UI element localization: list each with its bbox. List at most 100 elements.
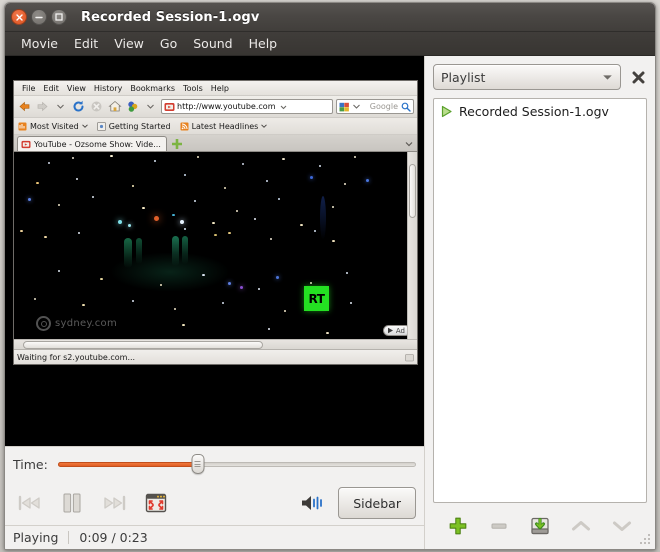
minimize-icon [35,16,43,18]
feed-icon[interactable] [125,99,140,114]
url-dropdown-chevron-down-icon[interactable] [277,103,290,111]
firefox-search-placeholder: Google [369,102,398,111]
window-title: Recorded Session-1.ogv [81,9,260,25]
previous-track-icon [18,495,40,511]
list-item[interactable]: Recorded Session-1.ogv [434,101,646,122]
bookmark-latest-headlines[interactable]: Latest Headlines [180,122,268,131]
menu-help[interactable]: Help [241,34,286,53]
firefox-menu-view[interactable]: View [63,84,90,93]
playlist-header: Playlist [433,64,647,90]
sidebar-toggle-label: Sidebar [353,495,401,511]
firefox-horizontal-scroll-thumb[interactable] [23,340,263,349]
feed-dropdown-chevron-down-icon[interactable] [143,99,158,114]
menu-go[interactable]: Go [152,34,185,53]
search-engine-chevron-down-icon[interactable] [353,104,360,109]
play-triangle-icon [387,327,393,334]
firefox-page-content[interactable]: sydney.com RT Ad [14,152,417,339]
firefox-tab-youtube[interactable]: YouTube - Ozsome Show: Vide... [17,136,167,151]
playback-state: Playing [13,530,59,545]
menu-view[interactable]: View [106,34,152,53]
video-still-night-city: sydney.com RT Ad [14,152,417,339]
next-track-icon [104,495,126,511]
firefox-vertical-scroll-thumb[interactable] [409,164,416,218]
new-tab-plus-icon[interactable] [170,137,184,151]
firefox-search-box[interactable]: Google [336,99,414,114]
maximize-icon [55,13,63,21]
window-minimize-button[interactable] [31,9,47,25]
firefox-horizontal-scrollbar[interactable] [14,339,417,349]
firefox-menu-file[interactable]: File [18,84,39,93]
sydney-logo-icon [36,316,51,331]
playlist-remove-button [486,513,512,539]
seek-slider-fill [57,461,198,467]
menu-sound[interactable]: Sound [185,34,240,53]
tab-list-chevron-down-icon[interactable] [405,141,413,147]
firefox-url-bar[interactable]: http://www.youtube.com [161,99,333,114]
firefox-menu-history[interactable]: History [90,84,126,93]
page-icon [96,121,106,131]
chevron-up-icon [572,521,591,531]
firefox-menu-help[interactable]: Help [207,84,233,93]
playlist-list[interactable]: Recorded Session-1.ogv [433,98,647,503]
firefox-status-text: Waiting for s2.youtube.com... [17,352,136,362]
menu-movie[interactable]: Movie [13,34,66,53]
volume-button[interactable] [296,487,330,519]
pause-icon [63,493,81,513]
firefox-menu-bookmarks[interactable]: Bookmarks [126,84,179,93]
reload-icon[interactable] [71,99,86,114]
play-pause-button[interactable] [55,487,89,519]
fullscreen-button[interactable] [139,487,173,519]
bookmark-most-visited-label: Most Visited [30,121,79,131]
play-triangle-icon [441,105,452,118]
back-arrow-icon[interactable] [17,99,32,114]
close-icon [632,71,644,83]
time-label: Time: [13,456,48,472]
sidebar-page-selector[interactable]: Playlist [433,64,621,90]
time-row: Time: [13,447,416,481]
list-item-label: Recorded Session-1.ogv [459,104,609,119]
bookmark-getting-started[interactable]: Getting Started [96,121,171,131]
playlist-save-button[interactable] [527,513,553,539]
video-ad-label: Ad [395,326,405,335]
firefox-navigation-toolbar: http://www.youtube.com Google [14,96,417,118]
seek-slider-handle[interactable] [191,454,204,474]
firefox-vertical-scrollbar[interactable] [407,152,417,339]
forward-arrow-icon [35,99,50,114]
player-column: File Edit View History Bookmarks Tools H… [5,56,424,549]
sidebar-page-selector-label: Playlist [441,69,486,85]
firefox-menu-tools[interactable]: Tools [179,84,207,93]
history-dropdown-chevron-down-icon[interactable] [53,99,68,114]
transport-row: Sidebar [13,481,416,525]
menu-edit[interactable]: Edit [66,34,106,53]
player-controls: Time: Sidebar [5,446,424,525]
window-close-button[interactable] [11,9,27,25]
video-watermark: sydney.com [36,316,117,331]
magnifier-icon[interactable] [401,102,411,112]
chevron-down-icon [81,124,88,128]
home-icon[interactable] [107,99,122,114]
bookmark-getting-started-label: Getting Started [108,121,171,131]
playlist-add-button[interactable] [445,513,471,539]
firefox-bookmarks-toolbar: Most Visited Getting Started Latest Head… [14,118,417,135]
video-pane[interactable]: File Edit View History Bookmarks Tools H… [5,56,424,446]
totem-window: Recorded Session-1.ogv Movie Edit View G… [4,2,656,550]
screen: Recorded Session-1.ogv Movie Edit View G… [0,0,660,552]
bookmark-most-visited[interactable]: Most Visited [18,122,88,131]
youtube-favicon-icon [21,140,31,148]
firefox-tab-title: YouTube - Ozsome Show: Vide... [34,139,161,149]
sidebar-close-button[interactable] [629,68,647,86]
window-resize-grip[interactable] [639,533,652,546]
seek-slider[interactable] [57,454,416,474]
video-watermark-label: sydney.com [55,318,117,329]
firefox-url-text: http://www.youtube.com [177,102,276,111]
window-body: File Edit View History Bookmarks Tools H… [5,56,655,549]
sidebar-toggle-button[interactable]: Sidebar [338,487,416,519]
window-titlebar: Recorded Session-1.ogv [5,3,655,32]
playlist-move-down-button [609,513,635,539]
firefox-menu-edit[interactable]: Edit [39,84,63,93]
firefox-menubar: File Edit View History Bookmarks Tools H… [14,81,417,96]
window-maximize-button[interactable] [51,9,67,25]
previous-button [13,487,47,519]
controls-spacer [181,487,288,519]
playlist-actions [433,503,647,549]
